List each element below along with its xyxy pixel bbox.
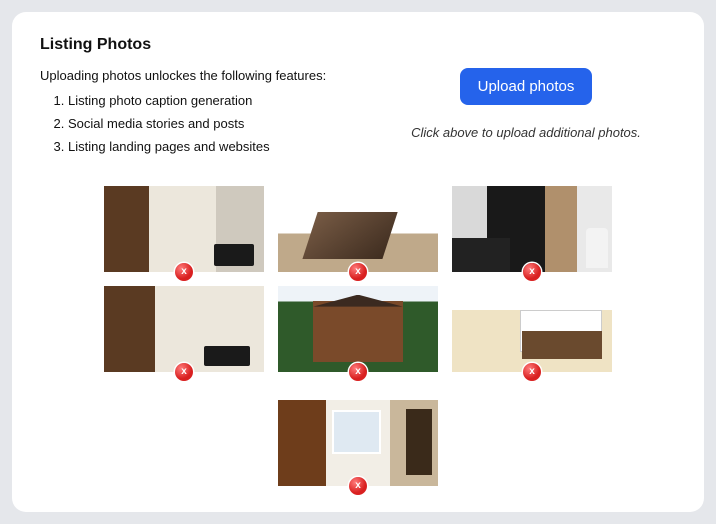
- photo-image: [104, 186, 264, 272]
- photo-grid: x x x x x x x: [78, 186, 638, 486]
- delete-photo-icon[interactable]: x: [349, 363, 367, 381]
- delete-photo-icon[interactable]: x: [349, 263, 367, 281]
- photo-image: [452, 286, 612, 372]
- photo-thumbnail[interactable]: x: [104, 186, 264, 272]
- delete-photo-icon[interactable]: x: [523, 363, 541, 381]
- intro-text: Uploading photos unlockes the following …: [40, 68, 376, 83]
- feature-item: Social media stories and posts: [68, 116, 376, 131]
- features-column: Uploading photos unlockes the following …: [40, 68, 376, 162]
- upload-helper-text: Click above to upload additional photos.: [411, 125, 641, 140]
- photo-image: [278, 400, 438, 486]
- feature-item: Listing photo caption generation: [68, 93, 376, 108]
- upload-photos-button[interactable]: Upload photos: [460, 68, 593, 105]
- photo-thumbnail[interactable]: x: [452, 286, 612, 372]
- photo-thumbnail[interactable]: x: [278, 186, 438, 272]
- delete-photo-icon[interactable]: x: [523, 263, 541, 281]
- photo-image: [104, 286, 264, 372]
- photo-image: [452, 186, 612, 272]
- photo-thumbnail[interactable]: x: [278, 400, 438, 486]
- photo-thumbnail[interactable]: x: [104, 286, 264, 372]
- photo-image: [278, 186, 438, 272]
- photo-thumbnail[interactable]: x: [452, 186, 612, 272]
- features-list: Listing photo caption generation Social …: [40, 93, 376, 154]
- feature-item: Listing landing pages and websites: [68, 139, 376, 154]
- delete-photo-icon[interactable]: x: [175, 263, 193, 281]
- photo-thumbnail[interactable]: x: [278, 286, 438, 372]
- top-row: Uploading photos unlockes the following …: [40, 68, 676, 162]
- page-title: Listing Photos: [40, 36, 676, 54]
- delete-photo-icon[interactable]: x: [175, 363, 193, 381]
- photo-image: [278, 286, 438, 372]
- delete-photo-icon[interactable]: x: [349, 477, 367, 495]
- listing-photos-card: Listing Photos Uploading photos unlockes…: [12, 12, 704, 512]
- upload-column: Upload photos Click above to upload addi…: [376, 68, 676, 140]
